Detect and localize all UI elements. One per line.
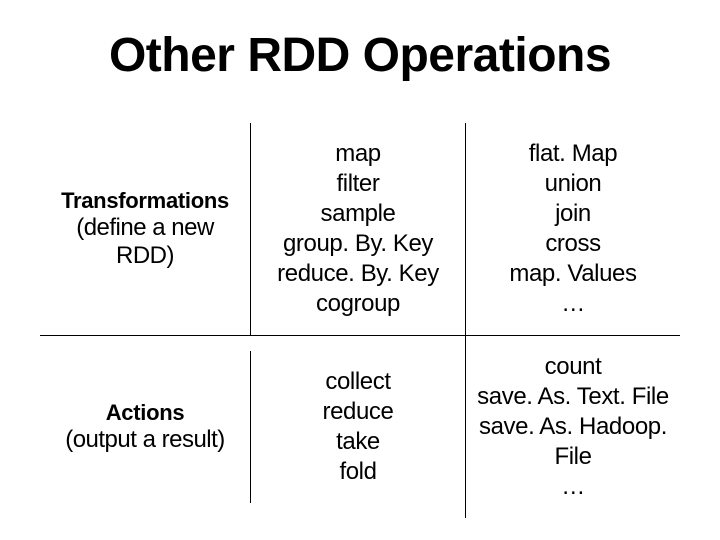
- op: map: [257, 139, 459, 169]
- op: map. Values: [472, 259, 674, 289]
- row-label: Transformations (define a new RDD): [40, 170, 250, 288]
- op: reduce: [257, 397, 459, 427]
- op: union: [472, 169, 674, 199]
- op: save. As. Hadoop. File: [472, 412, 674, 472]
- col-2: count save. As. Text. File save. As. Had…: [465, 336, 680, 518]
- row-subheader: (output a result): [46, 426, 244, 454]
- row-subheader: (define a new RDD): [46, 214, 244, 270]
- op: group. By. Key: [257, 229, 459, 259]
- content: Transformations (define a new RDD) map f…: [30, 123, 690, 518]
- op: join: [472, 199, 674, 229]
- op: collect: [257, 367, 459, 397]
- op: cross: [472, 229, 674, 259]
- op: filter: [257, 169, 459, 199]
- row-transformations: Transformations (define a new RDD) map f…: [40, 123, 680, 336]
- op: count: [472, 352, 674, 382]
- col-2: flat. Map union join cross map. Values …: [465, 123, 680, 335]
- col-1: collect reduce take fold: [250, 351, 465, 503]
- slide-title: Other RDD Operations: [30, 28, 690, 83]
- row-label: Actions (output a result): [40, 382, 250, 472]
- op: save. As. Text. File: [472, 382, 674, 412]
- row-header: Actions: [46, 400, 244, 426]
- op: …: [472, 472, 674, 502]
- op: fold: [257, 457, 459, 487]
- col-1: map filter sample group. By. Key reduce.…: [250, 123, 465, 335]
- row-actions: Actions (output a result) collect reduce…: [40, 336, 680, 518]
- op: sample: [257, 199, 459, 229]
- row-header: Transformations: [46, 188, 244, 214]
- slide: Other RDD Operations Transformations (de…: [0, 0, 720, 540]
- op: cogroup: [257, 289, 459, 319]
- op: take: [257, 427, 459, 457]
- op: flat. Map: [472, 139, 674, 169]
- op: reduce. By. Key: [257, 259, 459, 289]
- op: …: [472, 289, 674, 319]
